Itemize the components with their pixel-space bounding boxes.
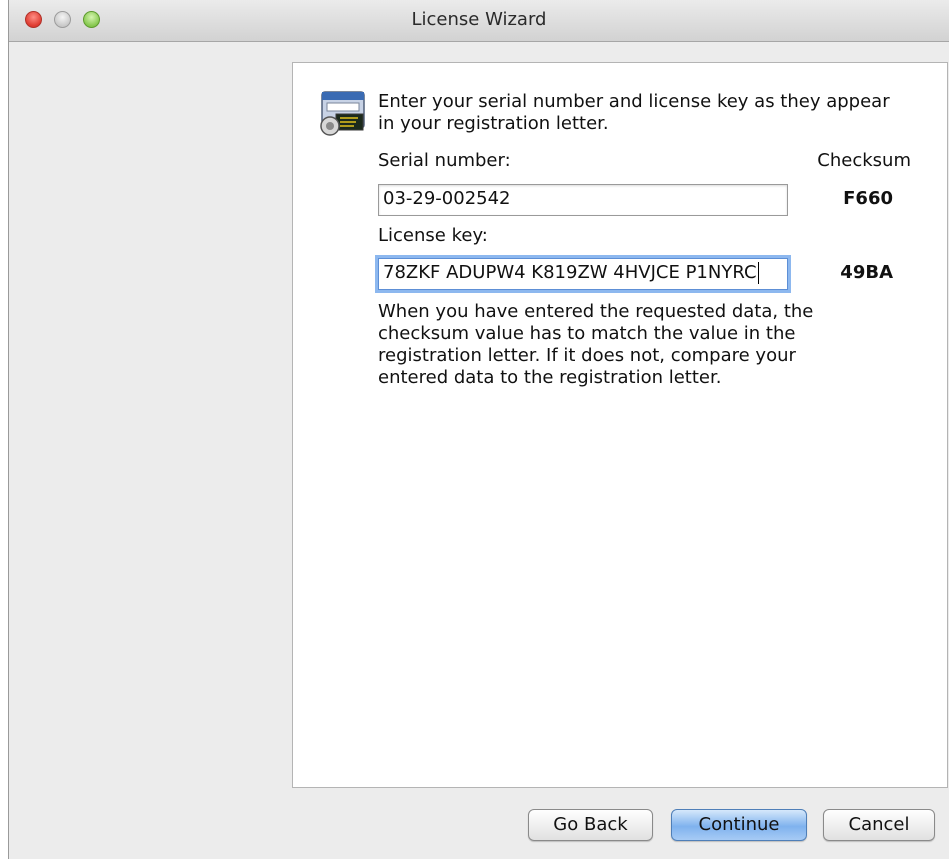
license-certificate-icon xyxy=(320,91,365,136)
license-key-field[interactable]: 78ZKF ADUPW4 K819ZW 4HVJCE P1NYRC xyxy=(378,258,788,290)
intro-text: Enter your serial number and license key… xyxy=(378,91,890,134)
cancel-button[interactable]: Cancel xyxy=(823,809,935,841)
continue-button[interactable]: Continue xyxy=(671,809,807,841)
text-cursor xyxy=(757,262,759,284)
serial-number-field[interactable]: 03-29-002542 xyxy=(378,184,788,216)
license-key-value: 78ZKF ADUPW4 K819ZW 4HVJCE P1NYRC xyxy=(383,262,757,283)
checksum-header: Checksum xyxy=(817,150,911,171)
title-bar[interactable]: License Wizard xyxy=(9,0,949,42)
explanation-text: When you have entered the requested data… xyxy=(378,301,814,388)
content-panel: Enter your serial number and license key… xyxy=(292,62,948,788)
window-title: License Wizard xyxy=(411,9,547,30)
license-checksum-value: 49BA xyxy=(840,262,893,283)
serial-number-value: 03-29-002542 xyxy=(383,188,511,209)
serial-checksum-value: F660 xyxy=(843,188,893,209)
serial-number-label: Serial number: xyxy=(378,150,511,171)
license-key-label: License key: xyxy=(378,225,488,246)
go-back-button[interactable]: Go Back xyxy=(528,809,653,841)
license-wizard-window: License Wizard Enter your serial number … xyxy=(8,0,949,859)
